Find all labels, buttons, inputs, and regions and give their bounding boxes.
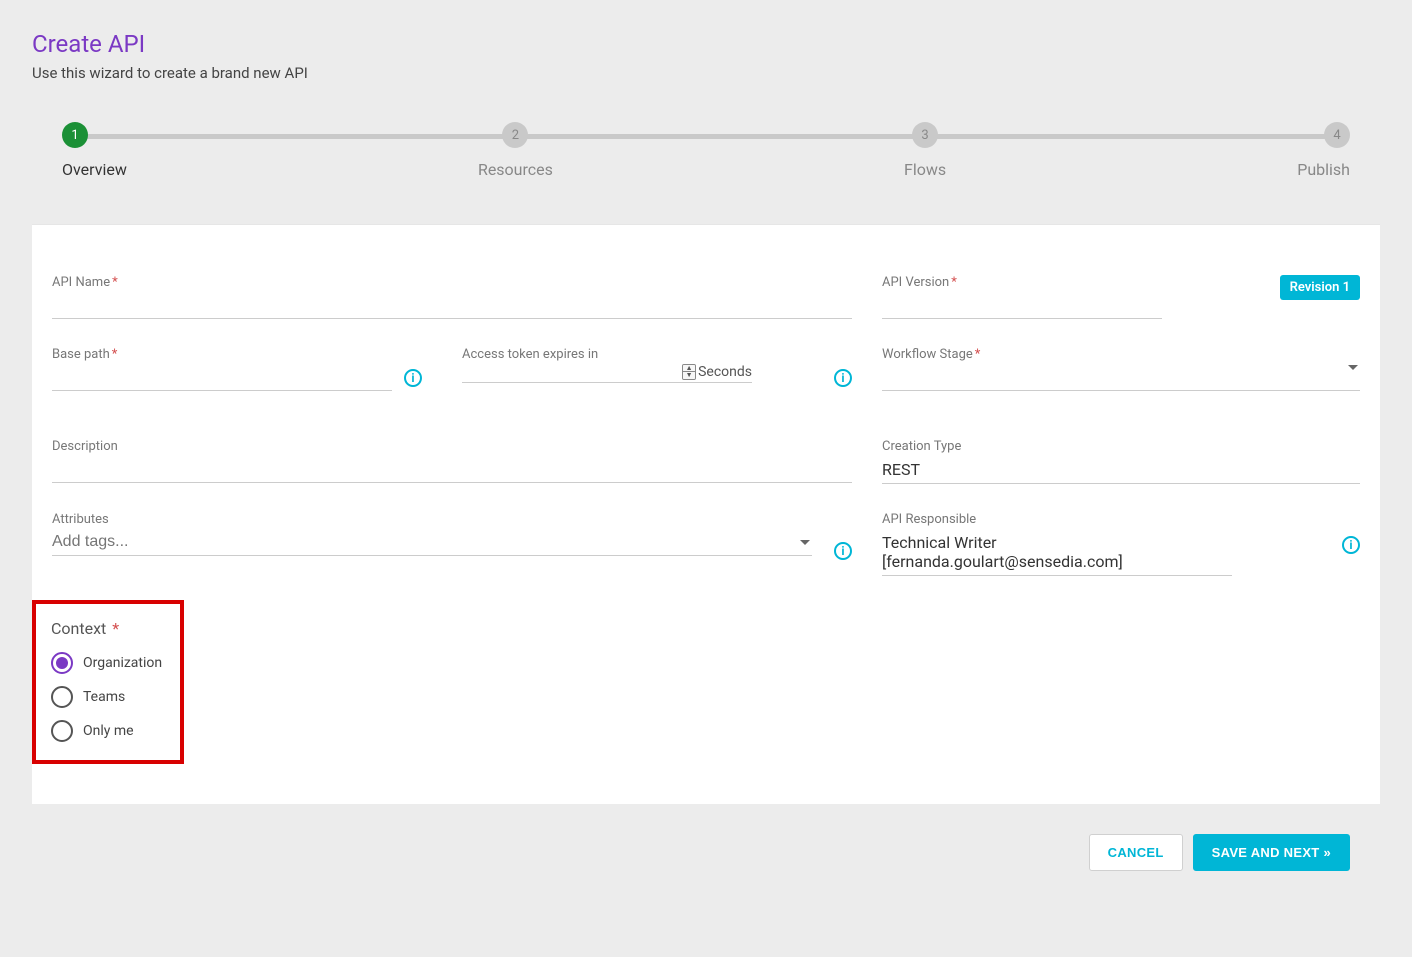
creation-type-label: Creation Type (882, 439, 1360, 454)
api-version-label: API Version* (882, 275, 1162, 290)
radio-icon[interactable] (51, 652, 73, 674)
info-icon[interactable]: i (404, 369, 422, 387)
description-input[interactable] (52, 456, 852, 483)
context-section: Context * Organization Teams Only me (32, 600, 184, 764)
api-name-field[interactable]: API Name* (52, 275, 852, 319)
api-name-label: API Name* (52, 275, 852, 290)
creation-type-value: REST (882, 456, 1360, 484)
context-option-label: Organization (83, 655, 162, 671)
info-icon[interactable]: i (834, 542, 852, 560)
step-overview[interactable]: 1 Overview (62, 122, 127, 179)
attributes-label: Attributes (52, 512, 812, 527)
api-responsible-field[interactable]: API Responsible Technical Writer [fernan… (882, 512, 1360, 576)
access-token-label: Access token expires in (462, 347, 852, 362)
access-token-unit: Seconds (698, 364, 752, 380)
radio-icon[interactable] (51, 720, 73, 742)
step-circle: 2 (502, 122, 528, 148)
step-label: Resources (478, 160, 553, 179)
chevron-down-icon (800, 540, 810, 545)
info-icon[interactable]: i (834, 369, 852, 387)
attributes-input[interactable] (52, 529, 812, 556)
base-path-label: Base path* (52, 347, 422, 362)
number-stepper[interactable]: ▲ ▼ (682, 364, 696, 380)
step-label: Flows (904, 160, 946, 179)
workflow-stage-select[interactable] (882, 364, 1360, 391)
cancel-button[interactable]: CANCEL (1089, 834, 1183, 871)
page-title: Create API (32, 30, 1380, 58)
page-subtitle: Use this wizard to create a brand new AP… (32, 64, 1380, 82)
step-circle: 4 (1324, 122, 1350, 148)
step-publish[interactable]: 4 Publish (1297, 122, 1350, 179)
base-path-input[interactable] (52, 364, 392, 391)
context-option-organization[interactable]: Organization (51, 652, 165, 674)
step-label: Overview (62, 160, 127, 179)
step-label: Publish (1297, 160, 1350, 179)
api-version-field[interactable]: API Version* (882, 275, 1162, 319)
context-option-label: Teams (83, 689, 125, 705)
api-responsible-value: Technical Writer [fernanda.goulart@sense… (882, 529, 1232, 576)
save-and-next-button[interactable]: SAVE AND NEXT » (1193, 834, 1350, 871)
workflow-stage-field[interactable]: Workflow Stage* (882, 347, 1360, 391)
chevron-down-icon (1348, 365, 1358, 370)
attributes-field[interactable]: Attributes (52, 512, 812, 556)
step-circle: 1 (62, 122, 88, 148)
api-name-input[interactable] (52, 292, 852, 319)
footer-actions: CANCEL SAVE AND NEXT » (32, 804, 1380, 871)
step-circle: 3 (912, 122, 938, 148)
context-option-only-me[interactable]: Only me (51, 720, 165, 742)
context-option-teams[interactable]: Teams (51, 686, 165, 708)
api-responsible-label: API Responsible (882, 512, 1360, 527)
description-label: Description (52, 439, 852, 454)
info-icon[interactable]: i (1342, 536, 1360, 554)
radio-icon[interactable] (51, 686, 73, 708)
description-field[interactable]: Description (52, 439, 852, 483)
api-version-input[interactable] (882, 292, 1162, 319)
context-title: Context * (51, 619, 165, 638)
revision-badge: Revision 1 (1280, 275, 1360, 300)
workflow-stage-label: Workflow Stage* (882, 347, 1360, 362)
form-card: API Name* API Version* Revision 1 (32, 224, 1380, 804)
wizard-stepper: 1 Overview 2 Resources 3 Flows 4 Publish (62, 122, 1350, 179)
access-token-field[interactable]: Access token expires in ▲ ▼ Seconds i (462, 347, 852, 391)
step-down-icon[interactable]: ▼ (683, 372, 695, 379)
base-path-field[interactable]: Base path* i (52, 347, 422, 391)
step-flows[interactable]: 3 Flows (904, 122, 946, 179)
creation-type-field: Creation Type REST (882, 439, 1360, 484)
context-option-label: Only me (83, 723, 134, 739)
step-resources[interactable]: 2 Resources (478, 122, 553, 179)
